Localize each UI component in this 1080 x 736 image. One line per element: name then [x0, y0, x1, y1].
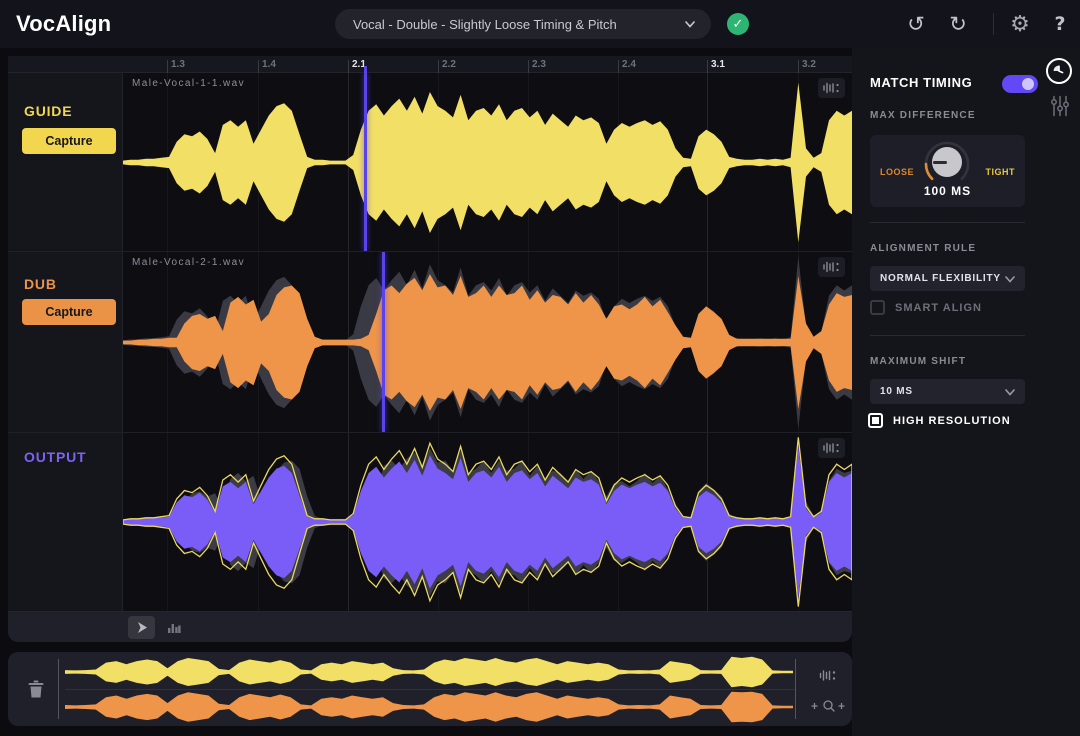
timeline-ruler[interactable]: 1.31.42.12.22.32.43.13.2: [8, 56, 852, 73]
sliders-icon: [1051, 95, 1069, 117]
high-resolution-checkbox-row[interactable]: HIGH RESOLUTION: [868, 413, 1011, 428]
max-difference-knob[interactable]: [932, 147, 962, 177]
histogram-icon: [167, 622, 181, 634]
clock-icon: [1051, 63, 1067, 79]
preset-dropdown[interactable]: Vocal - Double - Slightly Loose Timing &…: [335, 9, 711, 39]
output-track: OUTPUT: [8, 433, 852, 611]
guide-waveform: [123, 73, 852, 251]
settings-button[interactable]: ⚙: [1006, 10, 1034, 38]
edit-toolbar: [8, 611, 852, 642]
tracks-container: GUIDE Capture Male-Vocal-1-1.wav: [8, 73, 852, 611]
vocalign-window: VocAlign Vocal - Double - Slightly Loose…: [0, 0, 1080, 736]
output-waveform-area[interactable]: [123, 433, 852, 611]
alignment-rule-value: NORMAL FLEXIBILITY: [880, 273, 1005, 284]
output-track-label: OUTPUT: [24, 449, 86, 465]
top-bar: VocAlign Vocal - Double - Slightly Loose…: [0, 0, 1080, 48]
tab-pitch[interactable]: [1048, 93, 1072, 119]
status-check-badge: ✓: [727, 13, 749, 35]
chevron-down-icon: [1005, 387, 1015, 397]
overview-region-start-handle[interactable]: [58, 659, 59, 719]
undo-button[interactable]: ↺: [902, 10, 930, 38]
tight-label: TIGHT: [986, 167, 1016, 177]
output-track-header: OUTPUT: [8, 433, 123, 611]
dub-waveform-area[interactable]: Male-Vocal-2-1.wav: [123, 252, 852, 432]
clear-audio-button[interactable]: [23, 676, 49, 702]
help-button[interactable]: ?: [1046, 10, 1074, 38]
overview-dub-svg: [65, 691, 793, 723]
sidebar-divider: [870, 335, 1025, 336]
toggle-knob: [1022, 78, 1034, 90]
match-timing-toggle[interactable]: [1002, 75, 1038, 93]
overview-guide-waveform[interactable]: [65, 656, 793, 688]
dub-capture-button[interactable]: Capture: [22, 299, 116, 325]
max-difference-label: MAX DIFFERENCE: [870, 110, 976, 121]
dub-waveform: [123, 252, 852, 432]
preset-label: Vocal - Double - Slightly Loose Timing &…: [353, 17, 685, 32]
alignment-rule-dropdown[interactable]: NORMAL FLEXIBILITY: [870, 266, 1025, 291]
waveform-fit-icon: [823, 261, 840, 273]
guide-waveform-area[interactable]: Male-Vocal-1-1.wav: [123, 73, 852, 251]
waveform-fit-icon: [823, 442, 840, 454]
high-resolution-label: HIGH RESOLUTION: [893, 415, 1011, 427]
maximum-shift-label: MAXIMUM SHIFT: [870, 356, 966, 367]
overview-dub-waveform[interactable]: [65, 691, 793, 723]
guide-track-label: GUIDE: [24, 103, 72, 119]
waveform-fit-icon: [823, 82, 840, 94]
tab-timing[interactable]: [1046, 58, 1072, 84]
dub-track-label: DUB: [24, 276, 57, 292]
toolbar-divider: [993, 13, 994, 35]
smart-align-checkbox-row[interactable]: SMART ALIGN: [870, 300, 982, 315]
gear-icon: ⚙: [1010, 12, 1030, 37]
redo-button[interactable]: ↻: [944, 10, 972, 38]
editor-panel: 1.31.42.12.22.32.43.13.2 GUIDE Capture M…: [8, 56, 852, 642]
control-sidebar: MATCH TIMING MAX DIFFERENCE: [852, 48, 1080, 736]
playback-cursor-tool-button[interactable]: [128, 616, 155, 639]
ruler-playhead-marker[interactable]: [364, 66, 367, 73]
high-resolution-checkbox[interactable]: [868, 413, 883, 428]
energy-view-tool-button[interactable]: [160, 616, 187, 639]
waveform-fit-icon: [819, 669, 837, 682]
maximum-shift-value: 10 MS: [880, 386, 1005, 397]
guide-playhead[interactable]: [364, 73, 367, 251]
overview-zoom-control[interactable]: [807, 696, 849, 716]
guide-zoom-fit-button[interactable]: [818, 78, 845, 98]
chevron-down-icon: [685, 19, 695, 29]
check-icon: ✓: [733, 17, 744, 32]
guide-capture-button[interactable]: Capture: [22, 128, 116, 154]
app-logo: VocAlign: [16, 11, 111, 37]
max-difference-panel: LOOSE TIGHT 100 MS: [870, 135, 1025, 207]
cursor-tool-icon: [135, 621, 149, 634]
smart-align-label: SMART ALIGN: [895, 302, 982, 314]
max-difference-value: 100 MS: [870, 184, 1025, 198]
smart-align-checkbox[interactable]: [870, 300, 885, 315]
guide-filename: Male-Vocal-1-1.wav: [132, 78, 245, 89]
undo-icon: ↺: [907, 12, 925, 36]
overview-fit-button[interactable]: [811, 664, 845, 686]
sidebar-divider: [870, 222, 1025, 223]
overview-guide-svg: [65, 656, 793, 688]
match-timing-label: MATCH TIMING: [870, 75, 972, 90]
chevron-down-icon: [1005, 274, 1015, 284]
help-icon: ?: [1054, 13, 1065, 35]
dub-zoom-fit-button[interactable]: [818, 257, 845, 277]
guide-track: GUIDE Capture Male-Vocal-1-1.wav: [8, 73, 852, 252]
overview-panel: [8, 652, 852, 726]
loose-label: LOOSE: [880, 167, 914, 177]
dub-filename: Male-Vocal-2-1.wav: [132, 257, 245, 268]
output-waveform: [123, 433, 852, 611]
dub-track: DUB Capture Male-Vocal-2-1.wav: [8, 252, 852, 433]
overview-track-separator: [65, 689, 795, 690]
dub-playhead[interactable]: [382, 252, 385, 432]
alignment-rule-label: ALIGNMENT RULE: [870, 243, 976, 254]
trash-icon: [27, 679, 45, 699]
guide-track-header: GUIDE Capture: [8, 73, 123, 251]
knob-indicator: [933, 161, 947, 164]
overview-region-end-handle[interactable]: [795, 659, 796, 719]
maximum-shift-dropdown[interactable]: 10 MS: [870, 379, 1025, 404]
zoom-magnifier-icon: [809, 698, 847, 714]
output-zoom-fit-button[interactable]: [818, 438, 845, 458]
dub-track-header: DUB Capture: [8, 252, 123, 432]
redo-icon: ↻: [949, 12, 967, 36]
